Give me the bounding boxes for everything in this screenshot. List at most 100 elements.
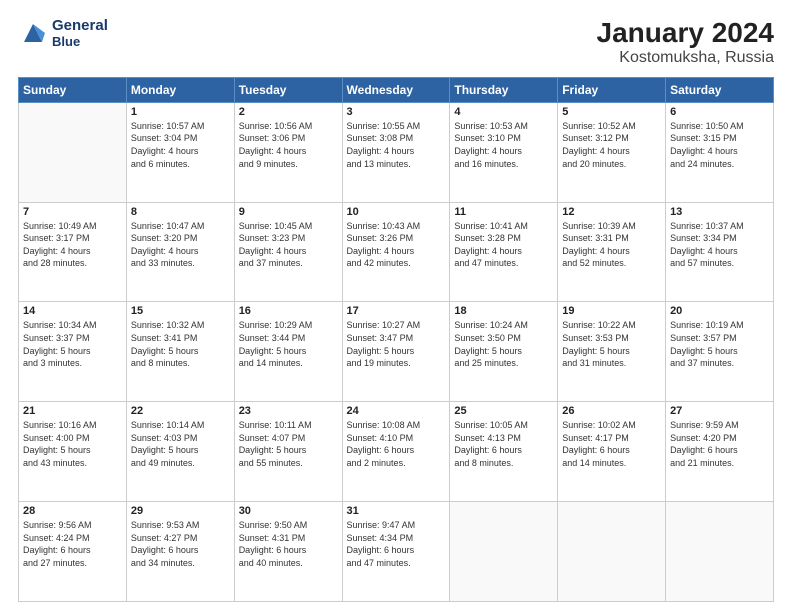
day-number: 17 (347, 305, 446, 317)
day-info: Sunrise: 9:56 AMSunset: 4:24 PMDaylight:… (23, 519, 122, 569)
day-number: 10 (347, 206, 446, 218)
title-block: January 2024 Kostomuksha, Russia (597, 18, 774, 67)
page-title: January 2024 (597, 18, 774, 49)
day-info: Sunrise: 10:24 AMSunset: 3:50 PMDaylight… (454, 319, 553, 369)
calendar-day-cell: 21 Sunrise: 10:16 AMSunset: 4:00 PMDaylig… (19, 402, 127, 502)
day-info: Sunrise: 10:53 AMSunset: 3:10 PMDaylight… (454, 120, 553, 170)
day-info: Sunrise: 10:43 AMSunset: 3:26 PMDaylight… (347, 220, 446, 270)
calendar-week-row: 21 Sunrise: 10:16 AMSunset: 4:00 PMDaylig… (19, 402, 774, 502)
calendar-day-cell: 18 Sunrise: 10:24 AMSunset: 3:50 PMDaylig… (450, 302, 558, 402)
day-info: Sunrise: 10:08 AMSunset: 4:10 PMDaylight… (347, 419, 446, 469)
day-number: 2 (239, 106, 338, 118)
calendar-day-cell: 30 Sunrise: 9:50 AMSunset: 4:31 PMDayligh… (234, 502, 342, 602)
day-number: 25 (454, 405, 553, 417)
logo: General Blue (18, 18, 108, 49)
calendar-day-cell: 4Sunrise: 10:53 AMSunset: 3:10 PMDayligh… (450, 102, 558, 202)
day-info: Sunrise: 10:16 AMSunset: 4:00 PMDaylight… (23, 419, 122, 469)
calendar-day-cell: 16 Sunrise: 10:29 AMSunset: 3:44 PMDaylig… (234, 302, 342, 402)
day-number: 6 (670, 106, 769, 118)
calendar-day-cell: 8 Sunrise: 10:47 AMSunset: 3:20 PMDayligh… (126, 202, 234, 302)
day-info: Sunrise: 9:53 AMSunset: 4:27 PMDaylight:… (131, 519, 230, 569)
day-info: Sunrise: 10:32 AMSunset: 3:41 PMDaylight… (131, 319, 230, 369)
calendar-day-cell: 22 Sunrise: 10:14 AMSunset: 4:03 PMDaylig… (126, 402, 234, 502)
day-info: Sunrise: 9:50 AMSunset: 4:31 PMDaylight:… (239, 519, 338, 569)
calendar-day-header: Thursday (450, 77, 558, 102)
calendar-day-cell: 12Sunrise: 10:39 AMSunset: 3:31 PMDaylig… (558, 202, 666, 302)
calendar-table: SundayMondayTuesdayWednesdayThursdayFrid… (18, 77, 774, 602)
day-number: 18 (454, 305, 553, 317)
day-info: Sunrise: 10:11 AMSunset: 4:07 PMDaylight… (239, 419, 338, 469)
calendar-day-cell: 5Sunrise: 10:52 AMSunset: 3:12 PMDayligh… (558, 102, 666, 202)
calendar-day-cell: 17 Sunrise: 10:27 AMSunset: 3:47 PMDaylig… (342, 302, 450, 402)
calendar-day-header: Friday (558, 77, 666, 102)
day-number: 14 (23, 305, 122, 317)
day-info: Sunrise: 10:47 AMSunset: 3:20 PMDaylight… (131, 220, 230, 270)
calendar-day-cell: 26 Sunrise: 10:02 AMSunset: 4:17 PMDaylig… (558, 402, 666, 502)
day-number: 22 (131, 405, 230, 417)
day-number: 26 (562, 405, 661, 417)
calendar-day-header: Monday (126, 77, 234, 102)
day-number: 11 (454, 206, 553, 218)
day-number: 20 (670, 305, 769, 317)
day-info: Sunrise: 10:22 AMSunset: 3:53 PMDaylight… (562, 319, 661, 369)
day-info: Sunrise: 10:57 AMSunset: 3:04 PMDaylight… (131, 120, 230, 170)
calendar-day-header: Saturday (666, 77, 774, 102)
day-info: Sunrise: 10:27 AMSunset: 3:47 PMDaylight… (347, 319, 446, 369)
day-number: 5 (562, 106, 661, 118)
day-info: Sunrise: 10:34 AMSunset: 3:37 PMDaylight… (23, 319, 122, 369)
calendar-day-cell: 23 Sunrise: 10:11 AMSunset: 4:07 PMDaylig… (234, 402, 342, 502)
calendar-day-cell: 31 Sunrise: 9:47 AMSunset: 4:34 PMDayligh… (342, 502, 450, 602)
calendar-day-cell (666, 502, 774, 602)
calendar-day-header: Tuesday (234, 77, 342, 102)
logo-general: General (52, 18, 108, 35)
day-info: Sunrise: 10:02 AMSunset: 4:17 PMDaylight… (562, 419, 661, 469)
page-subtitle: Kostomuksha, Russia (597, 49, 774, 67)
day-number: 27 (670, 405, 769, 417)
calendar-day-cell: 9 Sunrise: 10:45 AMSunset: 3:23 PMDayligh… (234, 202, 342, 302)
page: General Blue January 2024 Kostomuksha, R… (0, 0, 792, 612)
logo-icon (18, 18, 48, 48)
calendar-week-row: 14 Sunrise: 10:34 AMSunset: 3:37 PMDaylig… (19, 302, 774, 402)
day-info: Sunrise: 10:55 AMSunset: 3:08 PMDaylight… (347, 120, 446, 170)
calendar-day-cell: 19Sunrise: 10:22 AMSunset: 3:53 PMDaylig… (558, 302, 666, 402)
calendar-header-row: SundayMondayTuesdayWednesdayThursdayFrid… (19, 77, 774, 102)
day-number: 9 (239, 206, 338, 218)
day-number: 3 (347, 106, 446, 118)
day-info: Sunrise: 10:14 AMSunset: 4:03 PMDaylight… (131, 419, 230, 469)
calendar-day-cell (450, 502, 558, 602)
calendar-day-cell: 27Sunrise: 9:59 AMSunset: 4:20 PMDayligh… (666, 402, 774, 502)
day-number: 23 (239, 405, 338, 417)
day-number: 7 (23, 206, 122, 218)
logo-blue: Blue (52, 35, 108, 49)
calendar-day-cell: 1 Sunrise: 10:57 AMSunset: 3:04 PMDayligh… (126, 102, 234, 202)
day-info: Sunrise: 10:56 AMSunset: 3:06 PMDaylight… (239, 120, 338, 170)
day-info: Sunrise: 10:19 AMSunset: 3:57 PMDaylight… (670, 319, 769, 369)
calendar-week-row: 7Sunrise: 10:49 AMSunset: 3:17 PMDayligh… (19, 202, 774, 302)
day-number: 8 (131, 206, 230, 218)
calendar-day-header: Sunday (19, 77, 127, 102)
calendar-day-cell: 11Sunrise: 10:41 AMSunset: 3:28 PMDaylig… (450, 202, 558, 302)
calendar-day-cell: 28 Sunrise: 9:56 AMSunset: 4:24 PMDayligh… (19, 502, 127, 602)
day-number: 29 (131, 505, 230, 517)
day-number: 30 (239, 505, 338, 517)
day-info: Sunrise: 10:29 AMSunset: 3:44 PMDaylight… (239, 319, 338, 369)
calendar-day-cell (558, 502, 666, 602)
day-info: Sunrise: 10:05 AMSunset: 4:13 PMDaylight… (454, 419, 553, 469)
day-info: Sunrise: 10:50 AMSunset: 3:15 PMDaylight… (670, 120, 769, 170)
day-info: Sunrise: 9:47 AMSunset: 4:34 PMDaylight:… (347, 519, 446, 569)
calendar-day-cell: 15Sunrise: 10:32 AMSunset: 3:41 PMDaylig… (126, 302, 234, 402)
day-number: 28 (23, 505, 122, 517)
day-number: 16 (239, 305, 338, 317)
calendar-day-header: Wednesday (342, 77, 450, 102)
calendar-day-cell: 6 Sunrise: 10:50 AMSunset: 3:15 PMDayligh… (666, 102, 774, 202)
day-number: 1 (131, 106, 230, 118)
calendar-day-cell: 10 Sunrise: 10:43 AMSunset: 3:26 PMDaylig… (342, 202, 450, 302)
day-info: Sunrise: 10:45 AMSunset: 3:23 PMDaylight… (239, 220, 338, 270)
calendar-day-cell: 3 Sunrise: 10:55 AMSunset: 3:08 PMDayligh… (342, 102, 450, 202)
calendar-day-cell: 13Sunrise: 10:37 AMSunset: 3:34 PMDaylig… (666, 202, 774, 302)
day-number: 12 (562, 206, 661, 218)
day-number: 13 (670, 206, 769, 218)
logo-text: General Blue (52, 18, 108, 49)
day-number: 31 (347, 505, 446, 517)
day-number: 21 (23, 405, 122, 417)
